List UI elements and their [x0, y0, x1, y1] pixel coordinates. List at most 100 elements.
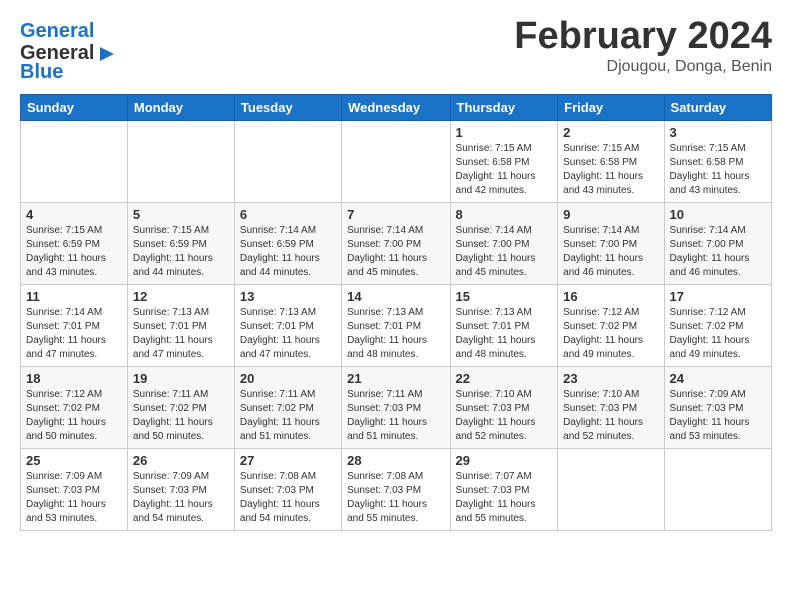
calendar-cell: 18 Sunrise: 7:12 AMSunset: 7:02 PMDayligh… [21, 367, 128, 449]
day-info: Sunrise: 7:14 AMSunset: 7:00 PMDaylight:… [456, 224, 553, 280]
day-number: 7 [347, 207, 444, 222]
logo-general: General [20, 20, 94, 42]
calendar-cell: 26 Sunrise: 7:09 AMSunset: 7:03 PMDayligh… [127, 449, 234, 531]
calendar-cell: 25 Sunrise: 7:09 AMSunset: 7:03 PMDayligh… [21, 449, 128, 531]
day-info: Sunrise: 7:14 AMSunset: 7:00 PMDaylight:… [347, 224, 444, 280]
calendar-cell: 22 Sunrise: 7:10 AMSunset: 7:03 PMDayligh… [450, 367, 558, 449]
day-number: 10 [670, 207, 766, 222]
day-info: Sunrise: 7:08 AMSunset: 7:03 PMDaylight:… [347, 470, 444, 526]
day-number: 8 [456, 207, 553, 222]
calendar-cell: 9Sunrise: 7:14 AMSunset: 7:00 PMDaylight… [558, 203, 664, 285]
day-info: Sunrise: 7:12 AMSunset: 7:02 PMDaylight:… [563, 306, 658, 362]
calendar-cell: 20 Sunrise: 7:11 AMSunset: 7:02 PMDayligh… [234, 367, 341, 449]
day-info: Sunrise: 7:13 AMSunset: 7:01 PMDaylight:… [133, 306, 229, 362]
calendar-week-row: 11 Sunrise: 7:14 AMSunset: 7:01 PMDayligh… [21, 285, 772, 367]
day-info: Sunrise: 7:14 AMSunset: 6:59 PMDaylight:… [240, 224, 336, 280]
day-number: 11 [26, 289, 122, 304]
col-sunday: Sunday [21, 95, 128, 121]
day-number: 29 [456, 453, 553, 468]
day-info: Sunrise: 7:09 AMSunset: 7:03 PMDaylight:… [133, 470, 229, 526]
day-info: Sunrise: 7:14 AMSunset: 7:01 PMDaylight:… [26, 306, 122, 362]
calendar-cell: 27 Sunrise: 7:08 AMSunset: 7:03 PMDayligh… [234, 449, 341, 531]
day-info: Sunrise: 7:07 AMSunset: 7:03 PMDaylight:… [456, 470, 553, 526]
day-number: 6 [240, 207, 336, 222]
day-info: Sunrise: 7:15 AMSunset: 6:58 PMDaylight:… [563, 142, 658, 198]
calendar-cell [21, 121, 128, 203]
day-info: Sunrise: 7:09 AMSunset: 7:03 PMDaylight:… [26, 470, 122, 526]
day-info: Sunrise: 7:10 AMSunset: 7:03 PMDaylight:… [456, 388, 553, 444]
logo: General General Blue [20, 20, 118, 84]
day-info: Sunrise: 7:13 AMSunset: 7:01 PMDaylight:… [456, 306, 553, 362]
day-info: Sunrise: 7:12 AMSunset: 7:02 PMDaylight:… [670, 306, 766, 362]
calendar-week-row: 1 Sunrise: 7:15 AMSunset: 6:58 PMDaylight… [21, 121, 772, 203]
day-number: 5 [133, 207, 229, 222]
day-number: 24 [670, 371, 766, 386]
calendar-cell: 29 Sunrise: 7:07 AMSunset: 7:03 PMDayligh… [450, 449, 558, 531]
day-info: Sunrise: 7:15 AMSunset: 6:59 PMDaylight:… [133, 224, 229, 280]
calendar-cell [234, 121, 341, 203]
calendar-cell [664, 449, 771, 531]
calendar-cell: 21 Sunrise: 7:11 AMSunset: 7:03 PMDayligh… [342, 367, 450, 449]
calendar-cell: 28 Sunrise: 7:08 AMSunset: 7:03 PMDayligh… [342, 449, 450, 531]
calendar-cell: 6 Sunrise: 7:14 AMSunset: 6:59 PMDaylight… [234, 203, 341, 285]
day-number: 15 [456, 289, 553, 304]
calendar-cell [127, 121, 234, 203]
title-area: February 2024 Djougou, Donga, Benin [514, 16, 772, 76]
day-number: 20 [240, 371, 336, 386]
calendar-cell [558, 449, 664, 531]
calendar-cell: 3Sunrise: 7:15 AMSunset: 6:58 PMDaylight… [664, 121, 771, 203]
calendar-cell: 1Sunrise: 7:15 AMSunset: 6:58 PMDaylight… [450, 121, 558, 203]
calendar-table: Sunday Monday Tuesday Wednesday Thursday… [20, 94, 772, 531]
calendar-cell: 16Sunrise: 7:12 AMSunset: 7:02 PMDayligh… [558, 285, 664, 367]
day-number: 17 [670, 289, 766, 304]
day-number: 13 [240, 289, 336, 304]
calendar-cell: 13 Sunrise: 7:13 AMSunset: 7:01 PMDayligh… [234, 285, 341, 367]
day-number: 28 [347, 453, 444, 468]
day-info: Sunrise: 7:11 AMSunset: 7:02 PMDaylight:… [240, 388, 336, 444]
day-number: 27 [240, 453, 336, 468]
day-number: 18 [26, 371, 122, 386]
col-thursday: Thursday [450, 95, 558, 121]
day-number: 23 [563, 371, 658, 386]
calendar-cell: 7 Sunrise: 7:14 AMSunset: 7:00 PMDaylight… [342, 203, 450, 285]
col-friday: Friday [558, 95, 664, 121]
calendar-header-row: Sunday Monday Tuesday Wednesday Thursday… [21, 95, 772, 121]
day-info: Sunrise: 7:10 AMSunset: 7:03 PMDaylight:… [563, 388, 658, 444]
calendar-cell: 14 Sunrise: 7:13 AMSunset: 7:01 PMDayligh… [342, 285, 450, 367]
calendar-cell: 10 Sunrise: 7:14 AMSunset: 7:00 PMDayligh… [664, 203, 771, 285]
logo-text: General [20, 20, 118, 42]
day-info: Sunrise: 7:08 AMSunset: 7:03 PMDaylight:… [240, 470, 336, 526]
day-info: Sunrise: 7:09 AMSunset: 7:03 PMDaylight:… [670, 388, 766, 444]
calendar-cell: 17 Sunrise: 7:12 AMSunset: 7:02 PMDayligh… [664, 285, 771, 367]
day-number: 14 [347, 289, 444, 304]
calendar-cell: 12Sunrise: 7:13 AMSunset: 7:01 PMDayligh… [127, 285, 234, 367]
calendar-week-row: 4Sunrise: 7:15 AMSunset: 6:59 PMDaylight… [21, 203, 772, 285]
day-info: Sunrise: 7:11 AMSunset: 7:02 PMDaylight:… [133, 388, 229, 444]
calendar-week-row: 18 Sunrise: 7:12 AMSunset: 7:02 PMDayligh… [21, 367, 772, 449]
day-info: Sunrise: 7:14 AMSunset: 7:00 PMDaylight:… [563, 224, 658, 280]
day-number: 22 [456, 371, 553, 386]
day-number: 21 [347, 371, 444, 386]
calendar-cell: 5 Sunrise: 7:15 AMSunset: 6:59 PMDaylight… [127, 203, 234, 285]
logo-arrow-icon [96, 43, 118, 65]
calendar-cell: 11 Sunrise: 7:14 AMSunset: 7:01 PMDayligh… [21, 285, 128, 367]
day-info: Sunrise: 7:13 AMSunset: 7:01 PMDaylight:… [347, 306, 444, 362]
calendar-week-row: 25 Sunrise: 7:09 AMSunset: 7:03 PMDayligh… [21, 449, 772, 531]
day-info: Sunrise: 7:11 AMSunset: 7:03 PMDaylight:… [347, 388, 444, 444]
day-number: 26 [133, 453, 229, 468]
calendar-cell [342, 121, 450, 203]
day-info: Sunrise: 7:12 AMSunset: 7:02 PMDaylight:… [26, 388, 122, 444]
day-number: 25 [26, 453, 122, 468]
col-tuesday: Tuesday [234, 95, 341, 121]
day-info: Sunrise: 7:14 AMSunset: 7:00 PMDaylight:… [670, 224, 766, 280]
header: General General Blue February 2024 Djoug… [20, 16, 772, 84]
day-info: Sunrise: 7:13 AMSunset: 7:01 PMDaylight:… [240, 306, 336, 362]
day-number: 1 [456, 125, 553, 140]
calendar-cell: 15 Sunrise: 7:13 AMSunset: 7:01 PMDayligh… [450, 285, 558, 367]
calendar-cell: 4Sunrise: 7:15 AMSunset: 6:59 PMDaylight… [21, 203, 128, 285]
month-title: February 2024 [514, 16, 772, 58]
calendar-cell: 24 Sunrise: 7:09 AMSunset: 7:03 PMDayligh… [664, 367, 771, 449]
calendar-cell: 19Sunrise: 7:11 AMSunset: 7:02 PMDayligh… [127, 367, 234, 449]
day-number: 2 [563, 125, 658, 140]
day-info: Sunrise: 7:15 AMSunset: 6:59 PMDaylight:… [26, 224, 122, 280]
